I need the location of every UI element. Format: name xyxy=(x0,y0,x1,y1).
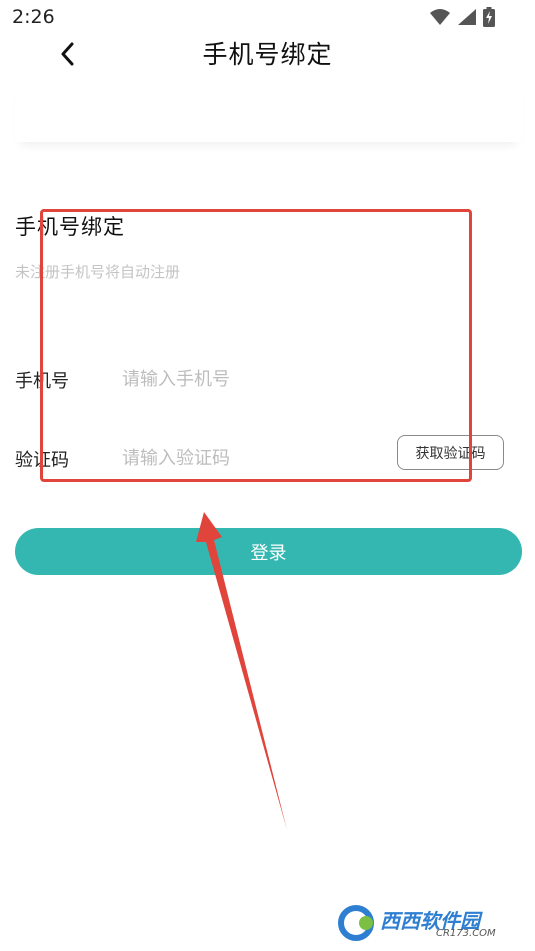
watermark-site: CR173.COM xyxy=(436,928,496,939)
verification-code-input[interactable] xyxy=(122,443,382,473)
annotation-arrow xyxy=(196,512,287,830)
form-subtitle: 未注册手机号将自动注册 xyxy=(15,263,181,281)
get-code-button[interactable]: 获取验证码 xyxy=(397,435,504,470)
wifi-icon xyxy=(430,9,450,25)
phone-label: 手机号 xyxy=(15,371,69,392)
status-icons xyxy=(429,7,495,27)
page-title: 手机号绑定 xyxy=(202,40,333,69)
top-nav-bar: 手机号绑定 xyxy=(0,34,535,82)
cellular-signal-icon xyxy=(458,9,476,25)
login-button[interactable]: 登录 xyxy=(15,528,522,575)
form-title: 手机号绑定 xyxy=(15,215,125,239)
battery-charging-icon xyxy=(483,7,495,27)
watermark-logo: 西西软件园 CR173.COM xyxy=(336,903,516,943)
brand-logo-icon xyxy=(338,905,374,941)
status-bar: 2:26 xyxy=(0,0,535,34)
code-label: 验证码 xyxy=(15,450,69,471)
header-card xyxy=(15,82,522,142)
phone-input[interactable] xyxy=(122,364,372,394)
status-time: 2:26 xyxy=(12,6,55,28)
